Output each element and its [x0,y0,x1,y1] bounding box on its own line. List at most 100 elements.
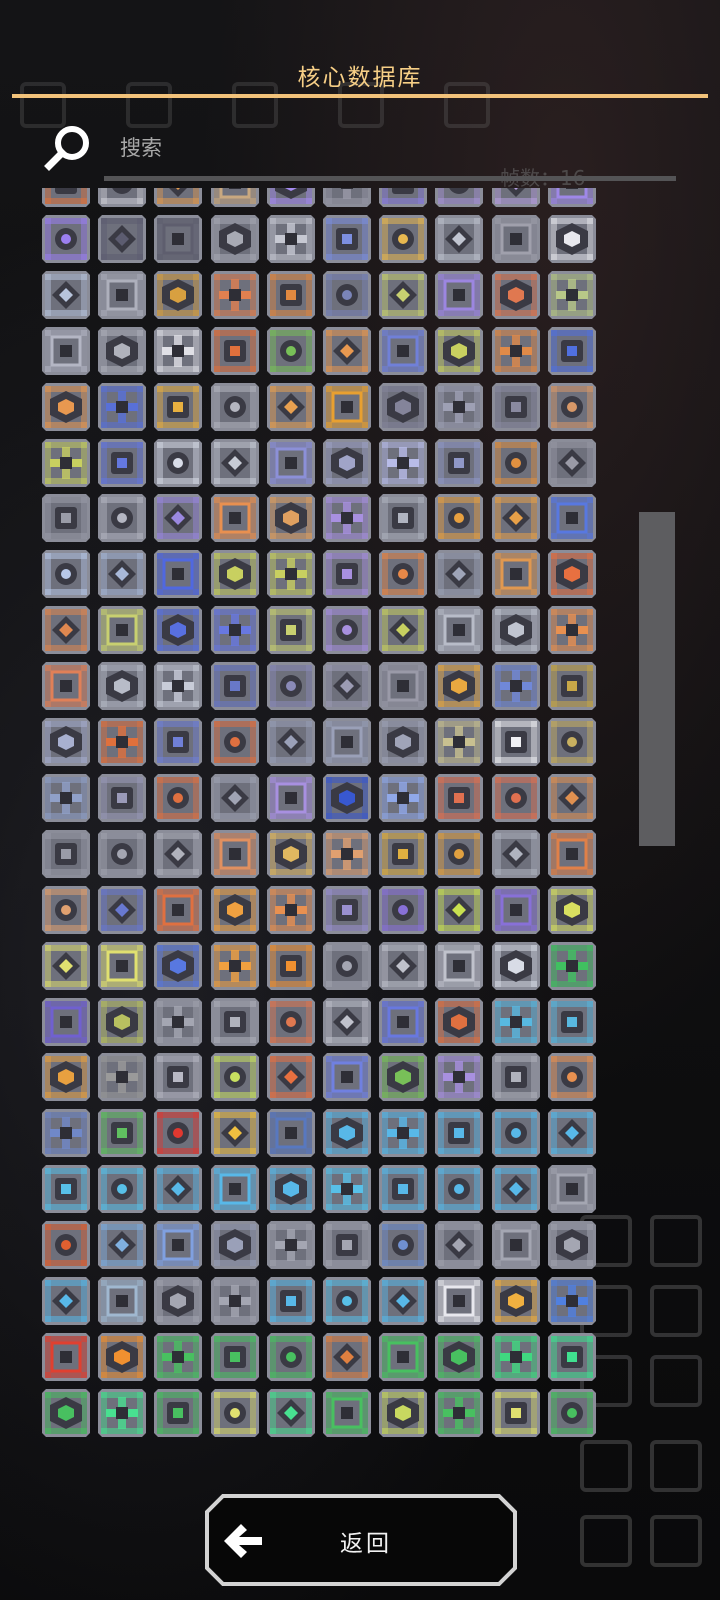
block-icon[interactable] [210,1053,259,1102]
block-icon[interactable] [323,941,371,990]
block-icon[interactable] [547,1109,596,1158]
block-icon[interactable] [323,550,371,599]
block-icon[interactable] [547,885,596,934]
block-icon[interactable] [435,1388,484,1437]
block-icon[interactable] [98,885,147,934]
block-icon[interactable] [266,829,315,878]
block-icon[interactable] [435,1221,484,1270]
block-icon[interactable] [547,829,596,878]
block-icon[interactable] [379,606,428,655]
block-icon[interactable] [435,326,484,375]
block-icon[interactable] [98,1165,147,1214]
block-icon[interactable] [98,1053,147,1102]
block-icon[interactable] [435,188,484,207]
block-icon[interactable] [154,885,203,934]
block-icon[interactable] [491,1332,540,1381]
block-icon[interactable] [379,1165,428,1214]
block-icon[interactable] [98,438,147,487]
block-icon[interactable] [323,1109,371,1158]
block-icon[interactable] [98,1109,147,1158]
block-icon[interactable] [435,997,484,1046]
block-icon[interactable] [547,188,596,207]
block-icon[interactable] [491,885,540,934]
block-icon[interactable] [42,1053,90,1102]
block-icon[interactable] [266,214,315,263]
block-icon[interactable] [435,1277,484,1325]
block-icon[interactable] [266,382,315,431]
block-icon[interactable] [491,188,540,207]
block-icon[interactable] [266,188,315,207]
block-icon[interactable] [379,214,428,263]
block-icon[interactable] [547,270,596,319]
scrollbar-thumb[interactable] [639,512,675,846]
block-icon[interactable] [98,550,147,599]
block-icon[interactable] [210,1165,259,1214]
block-icon[interactable] [435,941,484,990]
block-icon[interactable] [323,326,371,375]
block-icon[interactable] [547,1221,596,1270]
block-icon[interactable] [42,382,90,431]
block-icon[interactable] [210,550,259,599]
block-icon[interactable] [98,494,147,543]
block-icon[interactable] [435,270,484,319]
block-icon[interactable] [210,1221,259,1270]
block-icon[interactable] [323,829,371,878]
block-icon[interactable] [210,1388,259,1437]
block-icon[interactable] [323,885,371,934]
block-icon[interactable] [154,1388,203,1437]
block-icon[interactable] [154,1332,203,1381]
block-icon[interactable] [42,494,90,543]
block-icon[interactable] [210,606,259,655]
block-icon[interactable] [379,1388,428,1437]
block-icon[interactable] [98,997,147,1046]
block-icon[interactable] [435,606,484,655]
block-icon[interactable] [210,1109,259,1158]
block-icon[interactable] [266,1221,315,1270]
block-icon[interactable] [491,773,540,822]
block-icon[interactable] [323,1165,371,1214]
block-icon[interactable] [210,382,259,431]
block-icon[interactable] [266,1165,315,1214]
block-icon[interactable] [379,1277,428,1325]
block-icon[interactable] [98,270,147,319]
block-icon[interactable] [98,1388,147,1437]
block-icon[interactable] [323,270,371,319]
block-icon[interactable] [98,829,147,878]
block-icon[interactable] [154,662,203,711]
block-icon[interactable] [379,662,428,711]
block-icon[interactable] [210,997,259,1046]
block-icon[interactable] [98,773,147,822]
block-icon[interactable] [491,1053,540,1102]
block-icon[interactable] [98,941,147,990]
block-icon[interactable] [323,1053,371,1102]
block-icon[interactable] [323,1221,371,1270]
block-icon[interactable] [547,718,596,766]
block-icon[interactable] [98,606,147,655]
block-icon[interactable] [379,270,428,319]
block-icon[interactable] [323,494,371,543]
block-icon[interactable] [547,438,596,487]
block-icon[interactable] [210,270,259,319]
block-icon[interactable] [154,326,203,375]
block-icon[interactable] [42,438,90,487]
block-icon[interactable] [266,718,315,766]
block-icon[interactable] [379,829,428,878]
block-icon[interactable] [42,1388,90,1437]
block-icon[interactable] [491,1221,540,1270]
block-icon[interactable] [210,885,259,934]
block-icon[interactable] [435,885,484,934]
block-icon[interactable] [491,1277,540,1325]
block-icon[interactable] [266,606,315,655]
block-icon[interactable] [379,1053,428,1102]
block-icon[interactable] [154,270,203,319]
block-icon[interactable] [379,718,428,766]
block-icon[interactable] [266,941,315,990]
block-icon[interactable] [547,382,596,431]
block-icon[interactable] [42,1165,90,1214]
block-icon[interactable] [266,550,315,599]
block-icon[interactable] [154,550,203,599]
block-icon[interactable] [435,438,484,487]
block-icon[interactable] [547,1388,596,1437]
block-icon[interactable] [266,1053,315,1102]
block-icon[interactable] [547,1332,596,1381]
